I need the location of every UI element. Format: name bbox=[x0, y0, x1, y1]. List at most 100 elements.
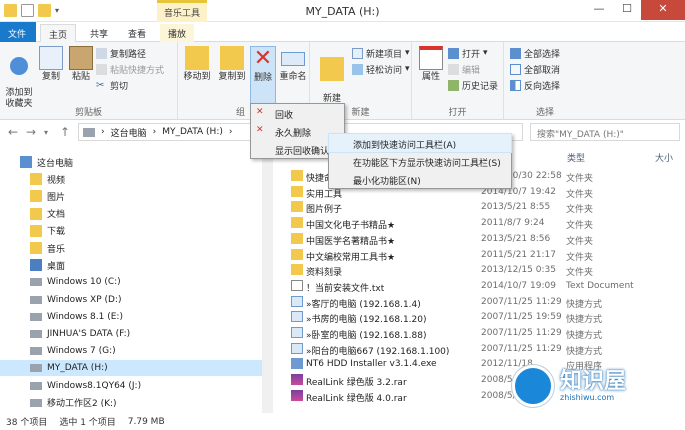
select-none-button[interactable]: 全部取消 bbox=[510, 62, 560, 76]
folder-icon bbox=[291, 264, 303, 276]
file-row[interactable]: 中国文化电子书精品★ 2011/8/7 9:24 文件夹 bbox=[273, 215, 685, 231]
properties-button[interactable]: 属性 bbox=[418, 46, 444, 83]
drive-icon bbox=[30, 347, 42, 356]
edit-button[interactable]: 编辑 bbox=[448, 62, 480, 76]
shortcut-icon bbox=[291, 311, 303, 323]
file-row[interactable]: »卧室的电脑 (192.168.1.88) 2007/11/25 11:29 快捷方… bbox=[273, 325, 685, 341]
navigation-pane: 这台电脑 视频 图片文档下载音乐桌面 Windows 10 (C:) Windows X… bbox=[0, 146, 272, 413]
nav-item[interactable]: 下载 bbox=[0, 223, 272, 239]
computer-icon bbox=[20, 156, 32, 168]
up-arrow-icon[interactable]: ↑ bbox=[60, 125, 70, 139]
nav-item-label: Windows 10 (C:) bbox=[47, 277, 121, 288]
menu-item-minimize-ribbon[interactable]: 最小化功能区(N) bbox=[329, 170, 511, 188]
file-row[interactable]: ！当前安装文件.txt 2014/10/7 19:09 Text Document bbox=[273, 278, 685, 294]
file-name: NT6 HDD Installer v3.1.4.exe bbox=[306, 359, 437, 370]
file-row[interactable]: 图片例子 2013/5/21 8:55 文件夹 bbox=[273, 199, 685, 215]
nav-item[interactable]: Windows 10 (C:) bbox=[0, 274, 272, 290]
close-button[interactable]: ✕ bbox=[641, 0, 685, 20]
file-row[interactable]: 资料刻录 2013/12/15 0:35 文件夹 bbox=[273, 262, 685, 278]
paste-shortcut-icon bbox=[96, 63, 107, 75]
open-button[interactable]: 打开 ▾ bbox=[448, 46, 488, 60]
open-group: 属性 打开 ▾ 编辑 历史记录 打开 bbox=[412, 42, 504, 120]
clipboard-group-label: 剪贴板 bbox=[74, 108, 102, 118]
drive-icon bbox=[83, 127, 95, 137]
back-arrow-icon[interactable]: ← bbox=[8, 125, 18, 139]
invert-selection-button[interactable]: 反向选择 bbox=[510, 78, 560, 92]
delete-button[interactable]: ✕ 删除 bbox=[250, 46, 276, 104]
pin-button[interactable]: 添加到 收藏夹 bbox=[3, 46, 35, 110]
menu-item-recycle[interactable]: ✕ 回收 bbox=[251, 104, 344, 122]
nav-item[interactable]: Windows8.1QY64 (J:) bbox=[0, 378, 272, 394]
paste-shortcut-button[interactable]: 粘贴快捷方式 bbox=[96, 62, 164, 76]
file-row[interactable]: »阳台的电脑667 (192.168.1.100) 2007/11/25 11:2… bbox=[273, 341, 685, 357]
nav-item[interactable]: Windows 8.1 (E:) bbox=[0, 309, 272, 325]
file-date: 2014/10/7 19:09 bbox=[481, 280, 556, 291]
nav-item[interactable]: Windows XP (D:) bbox=[0, 292, 272, 308]
column-header-size[interactable]: 大小 bbox=[651, 146, 673, 164]
nav-item-label: 音乐 bbox=[47, 244, 66, 255]
nav-item-label: 文档 bbox=[47, 210, 66, 221]
tab-share[interactable]: 共享 bbox=[82, 24, 116, 42]
file-type: 文件夹 bbox=[566, 174, 594, 184]
paste-button[interactable]: 粘贴 bbox=[68, 46, 94, 83]
file-row[interactable]: »客厅的电脑 (192.168.1.4) 2007/11/25 11:29 快捷方式 bbox=[273, 294, 685, 310]
folder-icon bbox=[291, 201, 303, 213]
copy-to-button[interactable]: 复制到 bbox=[216, 46, 248, 83]
easy-access-button[interactable]: 轻松访问 ▾ bbox=[352, 62, 410, 76]
file-row[interactable]: »书房的电脑 (192.168.1.20) 2007/11/25 19:59 快捷方… bbox=[273, 309, 685, 325]
file-row[interactable]: 中国医学名著精品书★ 2013/5/21 8:56 文件夹 bbox=[273, 231, 685, 247]
nav-item-label: 移动工作区2 (K:) bbox=[47, 399, 117, 410]
folder-icon bbox=[291, 232, 303, 244]
file-type: 文件夹 bbox=[566, 189, 594, 200]
menu-item-add-to-qat[interactable]: 添加到快速访问工具栏(A) bbox=[328, 133, 512, 153]
nav-item[interactable]: 文档 bbox=[0, 206, 272, 222]
exe-icon bbox=[291, 358, 303, 370]
select-all-button[interactable]: 全部选择 bbox=[510, 46, 560, 60]
nav-item[interactable]: JINHUA'S DATA (F:) bbox=[0, 326, 272, 342]
easy-access-icon bbox=[352, 63, 363, 75]
tab-file[interactable]: 文件 bbox=[0, 22, 36, 42]
nav-item[interactable]: 这台电脑 bbox=[0, 154, 272, 170]
video-folder-icon bbox=[30, 173, 42, 186]
item-count: 38 个项目 bbox=[6, 418, 48, 428]
menu-item-show-qat-below[interactable]: 在功能区下方显示快速访问工具栏(S) bbox=[329, 152, 511, 170]
forward-arrow-icon[interactable]: → bbox=[26, 125, 36, 139]
file-row[interactable]: 中文编校常用工具书★ 2011/5/21 21:17 文件夹 bbox=[273, 247, 685, 263]
tab-home[interactable]: 主页 bbox=[40, 24, 77, 42]
nav-item[interactable]: 音乐 bbox=[0, 240, 272, 256]
tab-play[interactable]: 播放 bbox=[160, 24, 195, 42]
nav-item[interactable]: 桌面 bbox=[0, 257, 272, 273]
nav-item[interactable]: Windows 7 (G:) bbox=[0, 343, 272, 359]
move-to-button[interactable]: 移动到 bbox=[181, 46, 213, 83]
folder-icon bbox=[291, 217, 303, 229]
breadcrumb-drive[interactable]: MY_DATA (H:) bbox=[162, 127, 223, 137]
rar-icon bbox=[291, 374, 303, 386]
minimize-button[interactable]: — bbox=[585, 0, 613, 20]
nav-item-label: Windows 7 (G:) bbox=[47, 346, 116, 357]
qat-context-menu: 添加到快速访问工具栏(A) 在功能区下方显示快速访问工具栏(S) 最小化功能区(… bbox=[328, 133, 512, 189]
recycle-icon: ✕ bbox=[256, 107, 264, 117]
nav-scrollbar[interactable] bbox=[262, 146, 272, 413]
nav-item[interactable]: 视频 bbox=[0, 171, 272, 187]
nav-item[interactable]: 移动工作区2 (K:) bbox=[0, 395, 272, 411]
column-header-type[interactable]: 类型 bbox=[563, 146, 585, 164]
copy-to-label: 复制到 bbox=[218, 72, 246, 82]
file-name: »阳台的电脑667 (192.168.1.100) bbox=[306, 346, 450, 357]
breadcrumb-this-pc[interactable]: 这台电脑 bbox=[111, 126, 147, 139]
copy-button[interactable]: 复制 bbox=[38, 46, 64, 83]
recent-dropdown-icon[interactable]: ▾ bbox=[44, 128, 48, 137]
cut-button[interactable]: ✂ 剪切 bbox=[96, 78, 128, 92]
rename-icon bbox=[281, 52, 305, 66]
new-item-button[interactable]: 新建项目 ▾ bbox=[352, 46, 410, 60]
tab-view[interactable]: 查看 bbox=[120, 24, 154, 42]
nav-item[interactable]: MY_DATA (H:) bbox=[0, 360, 272, 377]
copy-path-button[interactable]: 复制路径 bbox=[96, 46, 146, 60]
nav-item[interactable]: 图片 bbox=[0, 188, 272, 204]
rename-button[interactable]: 重命名 bbox=[278, 46, 308, 83]
drive-icon bbox=[30, 330, 42, 338]
file-date: 2013/12/15 0:35 bbox=[481, 265, 556, 276]
maximize-button[interactable]: ☐ bbox=[613, 0, 641, 20]
history-button[interactable]: 历史记录 bbox=[448, 78, 498, 92]
search-input[interactable]: 搜索"MY_DATA (H:)" bbox=[530, 123, 680, 141]
desktop-folder-icon bbox=[30, 259, 42, 272]
